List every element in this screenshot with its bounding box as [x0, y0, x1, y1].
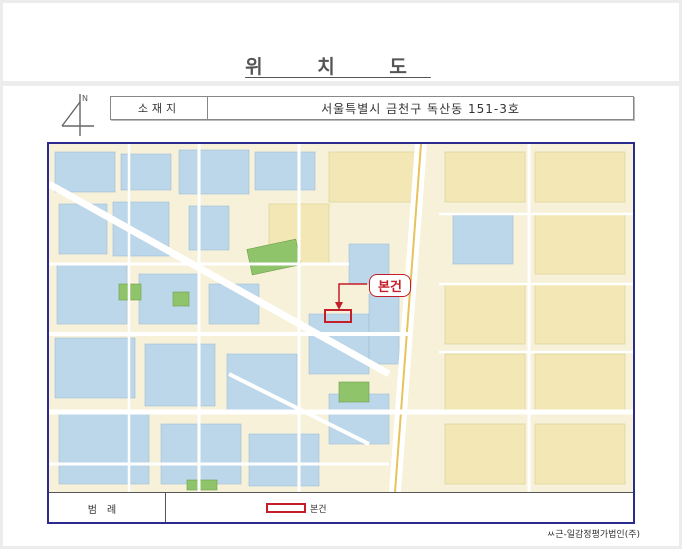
legend-label: 범례 [49, 493, 166, 522]
company-credit: ㅆ근-일감정평가법인(주) [546, 530, 640, 540]
map-legend: 범례 본건 [49, 492, 633, 522]
north-arrow-icon: N [61, 94, 94, 136]
address-box: 소재지 서울특별시 금천구 독산동 151-3호 [110, 96, 634, 120]
legend-item-label: 본건 [310, 504, 327, 515]
subject-callout: 본건 [369, 274, 411, 297]
street-map [49, 144, 633, 492]
legend-swatch [266, 503, 306, 513]
north-letter: N [82, 94, 88, 103]
page-title: 위 치 도 [245, 56, 431, 78]
legend-item-subject: 본건 [266, 502, 327, 515]
address-label: 소재지 [111, 97, 208, 119]
map-frame[interactable]: 본건 범례 본건 [47, 142, 635, 524]
address-value: 서울특별시 금천구 독산동 151-3호 [321, 101, 520, 116]
